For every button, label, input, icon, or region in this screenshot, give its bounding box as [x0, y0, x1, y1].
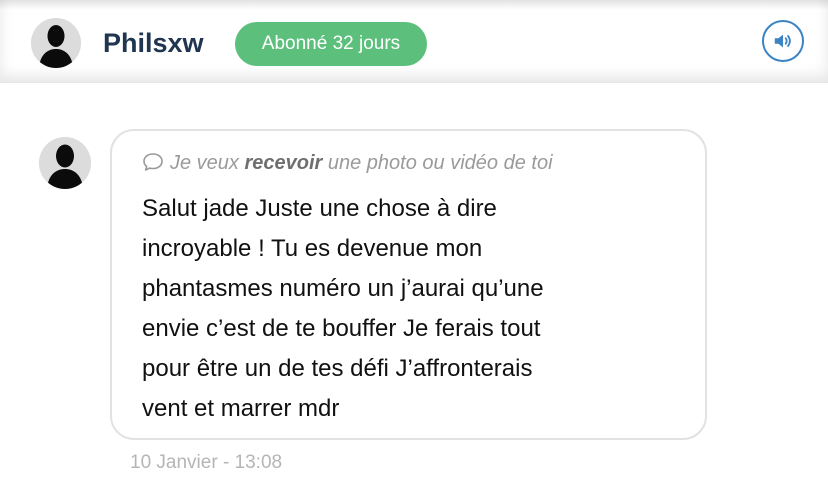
sender-avatar[interactable]: [39, 137, 91, 189]
request-emphasis: recevoir: [244, 152, 323, 174]
request-prefix: Je veux: [170, 152, 245, 174]
message-line: incroyable ! Tu es devenue mon: [142, 235, 483, 262]
request-suffix: une photo ou vidéo de toi: [322, 152, 553, 174]
header-bar: Philsxw Abonné 32 jours: [0, 0, 828, 82]
avatar[interactable]: [31, 18, 81, 68]
message-line: phantasmes numéro un j’aurai qu’une: [142, 275, 544, 302]
user-silhouette-icon: [39, 137, 91, 189]
subscription-badge: Abonné 32 jours: [235, 22, 427, 66]
speaker-icon: [774, 34, 791, 48]
message-bubble: Je veux recevoir une photo ou vidéo de t…: [110, 129, 707, 440]
message-line: envie c’est de te bouffer Je ferais tout: [142, 315, 541, 342]
message-text: Salut jade Juste une chose à dire incroy…: [142, 189, 682, 429]
request-line: Je veux recevoir une photo ou vidéo de t…: [142, 149, 553, 177]
message-line: pour être un de tes défi J’affronterais: [142, 355, 533, 382]
username[interactable]: Philsxw: [103, 26, 204, 60]
message-line: vent et marrer mdr: [142, 395, 340, 422]
chat-bubble-icon: [142, 152, 164, 172]
message-timestamp: 10 Janvier - 13:08: [130, 452, 283, 473]
sound-button[interactable]: [762, 20, 804, 62]
header-divider: [0, 82, 828, 83]
user-silhouette-icon: [31, 18, 81, 68]
message-line: Salut jade Juste une chose à dire: [142, 195, 497, 222]
